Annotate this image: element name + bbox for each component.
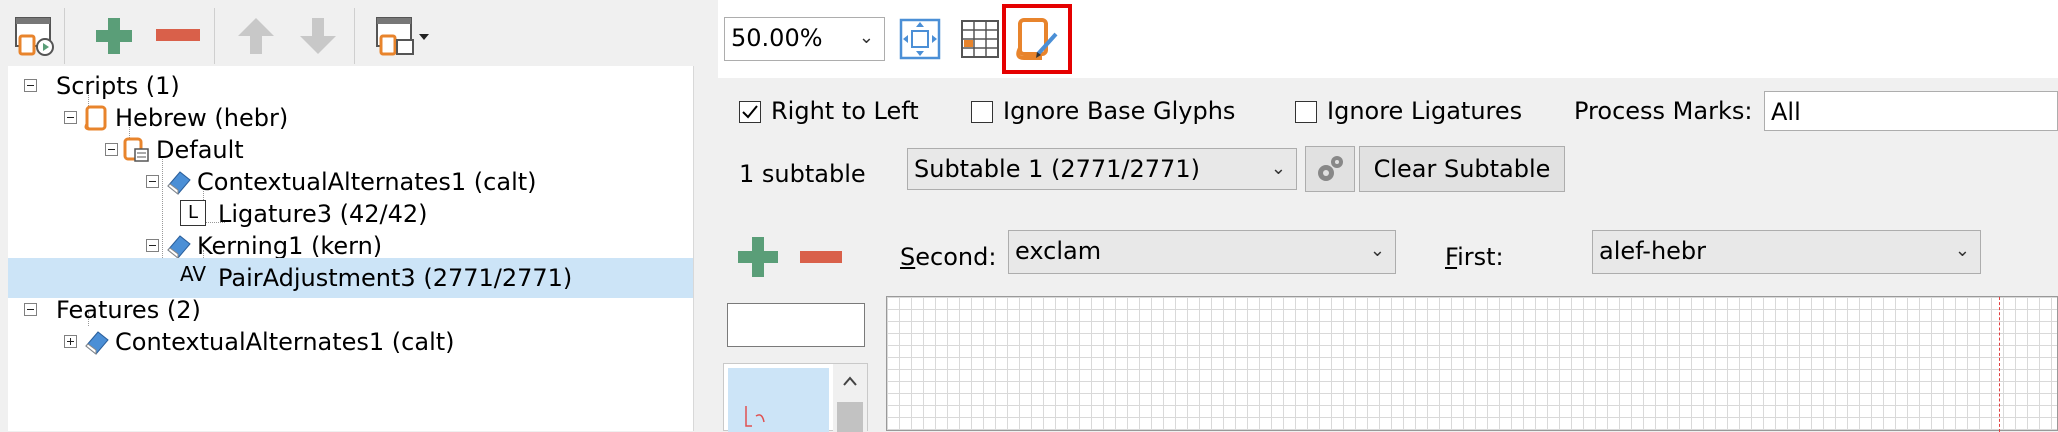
kerning-preview-canvas[interactable] xyxy=(886,296,2058,432)
language-icon xyxy=(123,137,149,162)
first-glyph-select[interactable]: alef-hebr ⌄ xyxy=(1592,230,1981,274)
process-marks-label: Process Marks: xyxy=(1574,97,1753,125)
apply-dropdown-icon xyxy=(376,17,429,56)
lookup-icon xyxy=(85,331,109,356)
collapse-toggle[interactable] xyxy=(146,175,159,188)
zoom-value: 50.00% xyxy=(731,24,823,52)
process-marks-value: All xyxy=(1771,98,1801,126)
expand-toggle[interactable] xyxy=(64,335,77,348)
ignore-ligatures-label: Ignore Ligatures xyxy=(1327,97,1523,125)
advance-guide-line xyxy=(1999,297,2000,432)
right-to-left-checkbox[interactable] xyxy=(739,101,761,123)
remove-button[interactable] xyxy=(152,10,204,62)
lookup-icon xyxy=(167,171,191,196)
fit-to-window-button[interactable] xyxy=(895,14,945,64)
script-icon xyxy=(84,105,107,131)
chevron-down-icon: ⌄ xyxy=(858,27,874,48)
move-up-icon xyxy=(238,18,274,54)
edit-script-icon xyxy=(1016,18,1058,60)
move-down-button[interactable] xyxy=(292,10,344,62)
zoom-select[interactable]: 50.00% ⌄ xyxy=(724,17,885,61)
collapse-toggle[interactable] xyxy=(105,143,118,156)
subtable-count: 1 subtable xyxy=(739,160,866,188)
apply-dropdown-button[interactable] xyxy=(370,10,436,62)
feature-preview-button[interactable] xyxy=(8,10,60,62)
first-glyph-value: alef-hebr xyxy=(1599,237,1707,265)
ignore-ligatures-checkbox[interactable] xyxy=(1295,101,1317,123)
checkmark-icon xyxy=(742,105,758,119)
chevron-down-icon: ⌄ xyxy=(1369,240,1385,261)
subtable-value: Subtable 1 (2771/2771) xyxy=(914,155,1200,183)
remove-icon xyxy=(800,251,842,263)
right-to-left-label: Right to Left xyxy=(771,97,919,125)
subtable-settings-button[interactable] xyxy=(1305,146,1355,192)
tree-item-feature-calt[interactable]: ContextualAlternates1 (calt) xyxy=(8,322,693,362)
subtable-select[interactable]: Subtable 1 (2771/2771) ⌄ xyxy=(907,148,1297,190)
feature-preview-icon xyxy=(15,17,54,56)
clear-subtable-button[interactable]: Clear Subtable xyxy=(1359,146,1565,192)
left-toolbar xyxy=(0,0,718,66)
chevron-up-icon xyxy=(843,376,857,386)
add-icon xyxy=(96,18,132,54)
second-glyph-select[interactable]: exclam ⌄ xyxy=(1008,230,1396,274)
glyph-filter-input[interactable] xyxy=(727,303,865,347)
second-glyph-value: exclam xyxy=(1015,237,1102,265)
table-grid-icon xyxy=(961,20,999,58)
chevron-down-icon: ⌄ xyxy=(1270,158,1286,179)
collapse-toggle[interactable] xyxy=(24,79,37,92)
add-button[interactable] xyxy=(88,10,140,62)
remove-icon xyxy=(156,29,200,41)
move-down-icon xyxy=(300,18,336,54)
process-marks-select[interactable]: All xyxy=(1764,91,2058,131)
tree-item-label: ContextualAlternates1 (calt) xyxy=(115,328,455,356)
ignore-base-glyphs-checkbox[interactable] xyxy=(971,101,993,123)
preview-toolbar: 50.00% ⌄ xyxy=(718,0,2058,79)
lookup-icon xyxy=(167,235,191,260)
gears-icon xyxy=(1318,156,1343,181)
collapse-toggle[interactable] xyxy=(24,303,37,316)
add-icon xyxy=(738,237,778,277)
list-item-selected[interactable] xyxy=(728,368,829,432)
glyph-grid-button[interactable] xyxy=(955,14,1005,64)
glyph-pair-list[interactable] xyxy=(723,363,868,432)
remove-pair-button[interactable] xyxy=(797,234,845,280)
ignore-base-glyphs-label: Ignore Base Glyphs xyxy=(1003,97,1236,125)
fit-to-window-icon xyxy=(899,18,941,60)
first-glyph-label: First: xyxy=(1445,243,1504,271)
chevron-down-icon: ⌄ xyxy=(1954,240,1970,261)
scrollbar-thumb[interactable] xyxy=(837,402,863,432)
collapse-toggle[interactable] xyxy=(146,239,159,252)
collapse-toggle[interactable] xyxy=(64,111,77,124)
second-glyph-label: Second: xyxy=(900,243,997,271)
list-scrollbar[interactable] xyxy=(833,364,867,432)
add-pair-button[interactable] xyxy=(735,234,781,280)
edit-script-button[interactable] xyxy=(1002,4,1072,74)
move-up-button[interactable] xyxy=(230,10,282,62)
lookup-tree: Scripts (1) Hebrew (hebr) Default Contex… xyxy=(8,66,694,431)
ligature-icon: L xyxy=(180,200,206,226)
pair-adjustment-icon: AV xyxy=(180,262,207,286)
glyph-preview-icon xyxy=(745,406,765,427)
